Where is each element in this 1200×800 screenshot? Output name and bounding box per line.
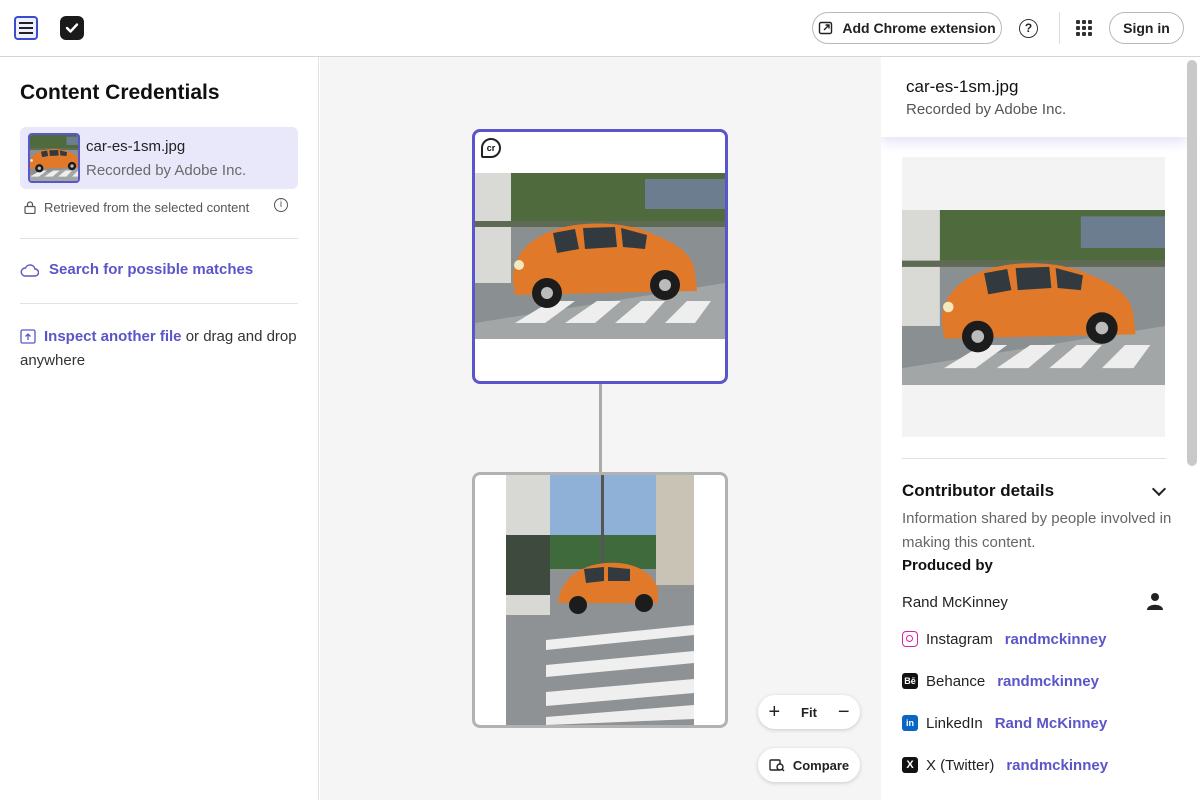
divider — [20, 238, 298, 239]
zoom-controls: + Fit − — [758, 695, 860, 729]
lock-icon — [24, 201, 36, 214]
help-icon[interactable]: ? — [1019, 19, 1038, 38]
inspect-another-file-link[interactable]: Inspect another file — [44, 328, 182, 345]
retrieved-note: Retrieved from the selected content — [24, 200, 249, 215]
compare-button[interactable]: Compare — [758, 748, 860, 782]
sign-in-button[interactable]: Sign in — [1109, 12, 1184, 44]
compare-label: Compare — [792, 757, 850, 773]
social-handle-link[interactable]: Rand McKinney — [995, 715, 1108, 732]
selected-file-recorded-by: Recorded by Adobe Inc. — [86, 162, 247, 179]
file-thumbnail — [28, 133, 80, 183]
social-row-x-twitter: X X (Twitter) randmckinney — [902, 755, 1108, 775]
cloud-icon — [20, 263, 39, 277]
social-row-behance: Bē Behance randmckinney — [902, 671, 1099, 691]
compare-icon — [769, 759, 785, 772]
sign-in-label: Sign in — [1123, 20, 1170, 36]
social-handle-link[interactable]: randmckinney — [1005, 631, 1107, 648]
selected-file-card[interactable]: car-es-1sm.jpg Recorded by Adobe Inc. — [20, 127, 298, 189]
node-connector — [599, 384, 602, 472]
retrieved-note-text: Retrieved from the selected content — [44, 200, 250, 215]
zoom-out-icon[interactable]: − — [838, 701, 850, 724]
search-matches-label: Search for possible matches — [49, 261, 254, 278]
details-preview — [902, 157, 1165, 437]
details-file-name: car-es-1sm.jpg — [906, 77, 1019, 96]
person-icon — [1147, 593, 1163, 610]
inspect-file-area[interactable]: Inspect another file or drag and drop an… — [20, 325, 305, 373]
car-photo-thumbnail — [475, 173, 725, 339]
menu-icon[interactable] — [14, 16, 38, 40]
chevron-down-icon[interactable] — [1151, 481, 1167, 497]
details-panel: car-es-1sm.jpg Recorded by Adobe Inc. Co… — [881, 57, 1200, 800]
add-chrome-extension-button[interactable]: Add Chrome extension — [812, 12, 1002, 44]
app-logo-icon[interactable] — [60, 16, 84, 40]
add-chrome-extension-label: Add Chrome extension — [842, 20, 996, 36]
x-twitter-icon: X — [902, 757, 918, 773]
social-platform: X (Twitter) — [926, 756, 995, 774]
details-recorded-by: Recorded by Adobe Inc. — [906, 101, 1067, 118]
divider — [902, 458, 1166, 459]
external-link-icon — [819, 21, 833, 35]
social-row-instagram: Instagram randmckinney — [902, 629, 1106, 649]
selected-file-name: car-es-1sm.jpg — [86, 138, 186, 155]
upload-icon — [20, 329, 36, 344]
social-handle-link[interactable]: randmckinney — [997, 673, 1099, 690]
behance-icon: Bē — [902, 673, 918, 689]
provenance-canvas[interactable]: cr + Fit − Compare — [320, 57, 881, 800]
divider — [20, 303, 298, 304]
content-credentials-badge-icon: cr — [481, 138, 501, 158]
search-matches-link[interactable]: Search for possible matches — [20, 261, 253, 278]
ingredient-photo-thumbnail — [506, 475, 694, 725]
social-handle-link[interactable]: randmckinney — [1006, 757, 1108, 774]
page-title: Content Credentials — [20, 81, 220, 104]
details-scrollbar[interactable] — [1187, 60, 1197, 466]
divider — [1059, 12, 1060, 44]
zoom-in-icon[interactable]: + — [768, 701, 780, 724]
producer-name: Rand McKinney — [902, 594, 1008, 611]
ingredient-node[interactable] — [472, 472, 728, 728]
apps-grid-icon[interactable] — [1076, 20, 1092, 36]
details-header: car-es-1sm.jpg Recorded by Adobe Inc. — [881, 57, 1187, 137]
contributor-description: Information shared by people involved in… — [902, 510, 1172, 551]
social-row-linkedin: in LinkedIn Rand McKinney — [902, 713, 1107, 733]
info-icon[interactable]: i — [274, 198, 288, 212]
instagram-icon — [902, 631, 918, 647]
social-platform: Instagram — [926, 630, 993, 648]
social-platform: LinkedIn — [926, 714, 983, 732]
produced-by-label: Produced by — [902, 557, 993, 574]
social-platform: Behance — [926, 672, 986, 690]
details-car-photo — [902, 210, 1165, 385]
zoom-fit-button[interactable]: Fit — [801, 705, 817, 720]
left-panel: Content Credentials car-es-1sm.jpg Recor… — [0, 57, 319, 800]
contributor-details-heading[interactable]: Contributor details — [902, 481, 1054, 501]
current-file-node[interactable]: cr — [472, 129, 728, 384]
linkedin-icon: in — [902, 715, 918, 731]
top-bar: Add Chrome extension ? Sign in — [0, 0, 1200, 57]
